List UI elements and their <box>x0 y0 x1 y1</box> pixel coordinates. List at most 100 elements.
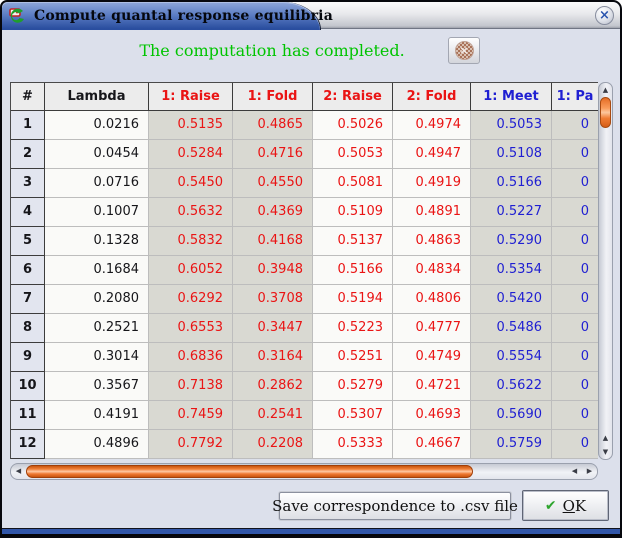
column-header-lambda[interactable]: Lambda <box>45 83 149 111</box>
cell[interactable]: 0.5109 <box>313 198 393 227</box>
ok-button[interactable]: ✔ OK <box>522 490 609 521</box>
column-header-2-fold[interactable]: 2: Fold <box>393 83 471 111</box>
cell[interactable]: 0.5135 <box>149 111 233 140</box>
row-number[interactable]: 11 <box>11 401 45 430</box>
cell[interactable]: 0.4168 <box>233 227 313 256</box>
row-number[interactable]: 3 <box>11 169 45 198</box>
cell[interactable]: 0.4667 <box>393 430 471 459</box>
column-header-2-raise[interactable]: 2: Raise <box>313 83 393 111</box>
cell[interactable]: 0.5632 <box>149 198 233 227</box>
cell[interactable]: 0.5053 <box>471 111 552 140</box>
cell[interactable]: 0.4806 <box>393 285 471 314</box>
row-number[interactable]: 5 <box>11 227 45 256</box>
cell[interactable]: 0.5223 <box>313 314 393 343</box>
cell[interactable]: 0.2208 <box>233 430 313 459</box>
cell[interactable]: 0.5194 <box>313 285 393 314</box>
row-number[interactable]: 9 <box>11 343 45 372</box>
row-number[interactable]: 1 <box>11 111 45 140</box>
cell[interactable]: 0.5279 <box>313 372 393 401</box>
cell[interactable]: 0.4716 <box>233 140 313 169</box>
cell[interactable]: 0.5026 <box>313 111 393 140</box>
column-header-1-fold[interactable]: 1: Fold <box>233 83 313 111</box>
cell[interactable]: 0.4550 <box>233 169 313 198</box>
cell[interactable]: 0.3014 <box>45 343 149 372</box>
cell[interactable]: 0.3708 <box>233 285 313 314</box>
column-header-1-pa[interactable]: 1: Pa <box>552 83 598 111</box>
row-number[interactable]: 6 <box>11 256 45 285</box>
row-number[interactable]: 10 <box>11 372 45 401</box>
cell[interactable]: 0 <box>552 256 598 285</box>
cell[interactable]: 0 <box>552 227 598 256</box>
cell[interactable]: 0.6553 <box>149 314 233 343</box>
cell[interactable]: 0.2862 <box>233 372 313 401</box>
scroll-up-icon[interactable]: ▲ <box>599 83 612 97</box>
cell[interactable]: 0.6836 <box>149 343 233 372</box>
cell[interactable]: 0.5420 <box>471 285 552 314</box>
row-number[interactable]: 12 <box>11 430 45 459</box>
cell[interactable]: 0.5284 <box>149 140 233 169</box>
scroll-down-icon[interactable]: ▼ <box>599 445 612 459</box>
column-header-1-raise[interactable]: 1: Raise <box>149 83 233 111</box>
cell[interactable]: 0.4919 <box>393 169 471 198</box>
cell[interactable]: 0.5354 <box>471 256 552 285</box>
cell[interactable]: 0.5166 <box>471 169 552 198</box>
cell[interactable]: 0.4947 <box>393 140 471 169</box>
cell[interactable]: 0.3567 <box>45 372 149 401</box>
cell[interactable]: 0.5251 <box>313 343 393 372</box>
cell[interactable]: 0 <box>552 430 598 459</box>
cell[interactable]: 0.2080 <box>45 285 149 314</box>
column-header-[interactable]: # <box>11 83 45 111</box>
scroll-left-icon-secondary[interactable]: ◀ <box>567 464 582 479</box>
cell[interactable]: 0.7792 <box>149 430 233 459</box>
cell[interactable]: 0.4749 <box>393 343 471 372</box>
cell[interactable]: 0.4721 <box>393 372 471 401</box>
cell[interactable]: 0.6292 <box>149 285 233 314</box>
cell[interactable]: 0 <box>552 343 598 372</box>
titlebar[interactable]: Compute quantal response equilibria × <box>2 2 620 30</box>
cell[interactable]: 0 <box>552 111 598 140</box>
cell[interactable]: 0.3948 <box>233 256 313 285</box>
cell[interactable]: 0 <box>552 372 598 401</box>
cell[interactable]: 0.5554 <box>471 343 552 372</box>
cell[interactable]: 0.2541 <box>233 401 313 430</box>
cell[interactable]: 0.5137 <box>313 227 393 256</box>
cell[interactable]: 0.4693 <box>393 401 471 430</box>
cell[interactable]: 0.5759 <box>471 430 552 459</box>
h-scrollbar-thumb[interactable] <box>26 465 473 478</box>
cell[interactable]: 0.5307 <box>313 401 393 430</box>
cell[interactable]: 0.4896 <box>45 430 149 459</box>
cell[interactable]: 0.7138 <box>149 372 233 401</box>
v-scrollbar[interactable]: ▲ ▲ ▼ <box>598 82 613 460</box>
cell[interactable]: 0.4865 <box>233 111 313 140</box>
cell[interactable]: 0.3164 <box>233 343 313 372</box>
cell[interactable]: 0.5450 <box>149 169 233 198</box>
cell[interactable]: 0.0216 <box>45 111 149 140</box>
stop-button[interactable]: × <box>448 37 480 64</box>
scroll-left-icon[interactable]: ◀ <box>11 464 26 479</box>
cell[interactable]: 0.5486 <box>471 314 552 343</box>
scroll-right-icon[interactable]: ▶ <box>582 464 597 479</box>
cell[interactable]: 0.5053 <box>313 140 393 169</box>
cell[interactable]: 0.3447 <box>233 314 313 343</box>
cell[interactable]: 0.4369 <box>233 198 313 227</box>
cell[interactable]: 0.5227 <box>471 198 552 227</box>
cell[interactable]: 0.1684 <box>45 256 149 285</box>
cell[interactable]: 0.2521 <box>45 314 149 343</box>
cell[interactable]: 0.5832 <box>149 227 233 256</box>
row-number[interactable]: 2 <box>11 140 45 169</box>
close-button[interactable]: × <box>595 6 614 25</box>
cell[interactable]: 0.4863 <box>393 227 471 256</box>
cell[interactable]: 0.0454 <box>45 140 149 169</box>
h-scrollbar[interactable]: ◀ ◀ ▶ <box>10 463 598 480</box>
cell[interactable]: 0.4891 <box>393 198 471 227</box>
cell[interactable]: 0.5690 <box>471 401 552 430</box>
column-header-1-meet[interactable]: 1: Meet <box>471 83 552 111</box>
cell[interactable]: 0.5622 <box>471 372 552 401</box>
cell[interactable]: 0 <box>552 169 598 198</box>
cell[interactable]: 0.5333 <box>313 430 393 459</box>
cell[interactable]: 0.5108 <box>471 140 552 169</box>
cell[interactable]: 0.4974 <box>393 111 471 140</box>
cell[interactable]: 0.1328 <box>45 227 149 256</box>
v-scrollbar-track[interactable] <box>599 128 612 431</box>
v-scrollbar-thumb[interactable] <box>600 97 611 128</box>
